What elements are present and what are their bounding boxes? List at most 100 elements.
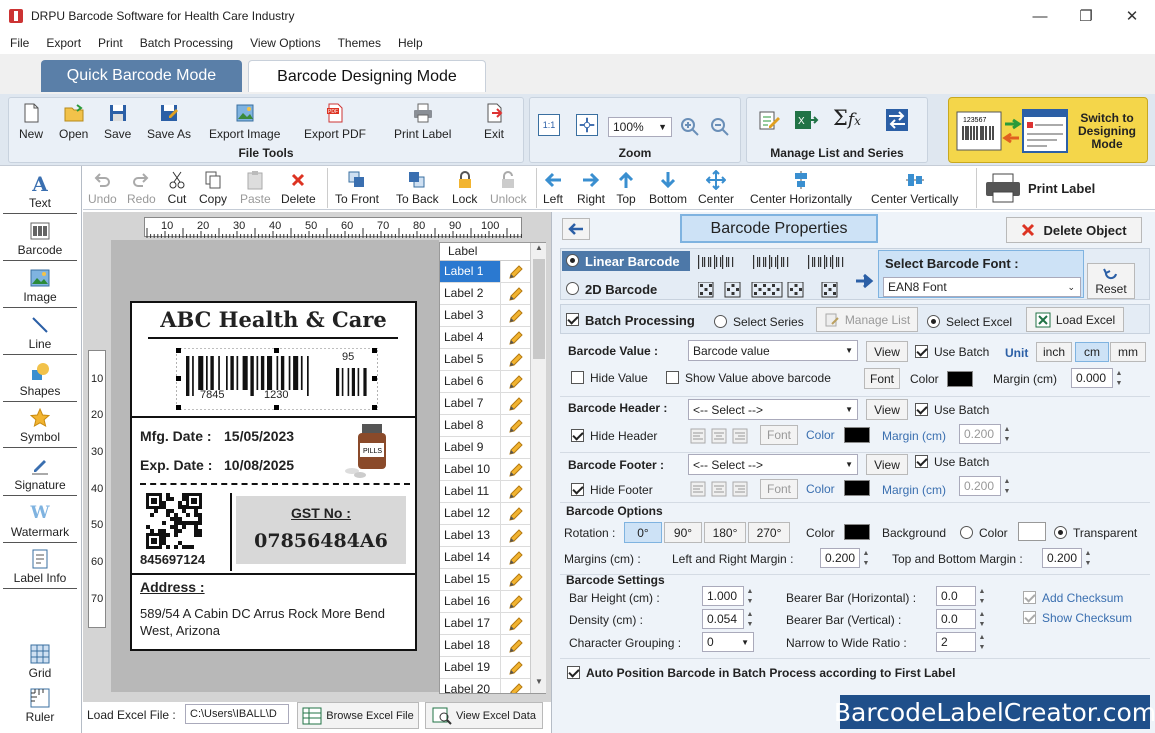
linear-barcode-radio[interactable]	[566, 254, 579, 267]
exit-button[interactable]: Exit	[483, 102, 505, 141]
image-tool[interactable]: Image	[0, 268, 80, 304]
menu-export[interactable]: Export	[46, 36, 81, 50]
menu-batch-processing[interactable]: Batch Processing	[140, 36, 233, 50]
value-color-swatch[interactable]	[947, 371, 973, 387]
footer-view-button[interactable]: View	[866, 454, 908, 475]
batch-processing-label[interactable]: Batch Processing	[585, 313, 695, 328]
bar-height-input[interactable]: 1.000	[702, 586, 744, 606]
unlock-button[interactable]: Unlock	[490, 170, 527, 206]
label-list-item[interactable]: Label 2	[440, 283, 530, 305]
label-list-item[interactable]: Label 6	[440, 371, 530, 393]
density-input[interactable]: 0.054	[702, 609, 744, 629]
header-margin-input[interactable]: 0.200	[959, 424, 1001, 444]
pencil-edit-icon[interactable]	[500, 283, 530, 304]
hide-header-checkbox[interactable]	[571, 429, 584, 442]
bearer-bar-vertical-input[interactable]: 0.0	[936, 609, 976, 629]
label-list-item[interactable]: Label 14	[440, 547, 530, 569]
label-list-item[interactable]: Label 15	[440, 569, 530, 591]
linear-barcode-label[interactable]: Linear Barcode	[585, 254, 680, 269]
pencil-edit-icon[interactable]	[500, 569, 530, 590]
align-icons[interactable]	[690, 427, 750, 445]
redo-button[interactable]: Redo	[127, 170, 156, 206]
barcode-value-use-batch-checkbox[interactable]	[915, 345, 928, 358]
switch-to-designing-mode-button[interactable]: 123567 Switch to Designing Mode	[948, 97, 1148, 163]
tab-quick-barcode-mode[interactable]: Quick Barcode Mode	[41, 60, 242, 92]
series-swap-icon[interactable]	[885, 108, 909, 132]
tab-barcode-designing-mode[interactable]: Barcode Designing Mode	[248, 60, 486, 92]
new-button[interactable]: New	[19, 102, 43, 141]
gst-box[interactable]: GST No : 07856484A6	[236, 496, 406, 564]
label-list-item[interactable]: Label 7	[440, 393, 530, 415]
line-tool[interactable]: Line	[0, 315, 80, 351]
header-color-swatch[interactable]	[844, 427, 870, 443]
menu-print[interactable]: Print	[98, 36, 123, 50]
pencil-edit-icon[interactable]	[500, 679, 530, 693]
barcode-header-select[interactable]: <-- Select --> ▼	[688, 399, 858, 420]
exp-date-value[interactable]: 10/08/2025	[224, 457, 294, 473]
fit-to-window-icon[interactable]	[576, 114, 598, 136]
center-vertically-button[interactable]: Center Vertically	[871, 170, 958, 206]
unit-cm-button[interactable]: cm	[1075, 342, 1109, 362]
paste-button[interactable]: Paste	[240, 170, 271, 206]
hide-value-checkbox[interactable]	[571, 371, 584, 384]
menu-help[interactable]: Help	[398, 36, 423, 50]
align-bottom-button[interactable]: Bottom	[649, 170, 687, 206]
excel-path-input[interactable]: C:\Users\IBALL\D	[185, 704, 289, 724]
edit-list-icon[interactable]	[757, 108, 781, 132]
left-right-margin-input[interactable]: 0.200	[820, 548, 860, 568]
barcode-footer-select[interactable]: <-- Select --> ▼	[688, 454, 858, 475]
pencil-edit-icon[interactable]	[500, 657, 530, 678]
label-list-item[interactable]: Label 17	[440, 613, 530, 635]
symbol-tool[interactable]: Symbol	[0, 408, 80, 444]
bearer-bar-vertical-spinner[interactable]: ▲ ▼	[977, 609, 987, 630]
minimize-button[interactable]: —	[1017, 0, 1063, 32]
print-label-button[interactable]: Print Label	[394, 102, 451, 141]
footer-color-swatch[interactable]	[844, 480, 870, 496]
copy-button[interactable]: Copy	[199, 170, 227, 206]
load-excel-button[interactable]: Load Excel	[1026, 307, 1124, 332]
left-right-margin-spinner[interactable]: ▲ ▼	[861, 548, 871, 569]
formula-icon[interactable]: Σfx	[833, 106, 861, 130]
pencil-edit-icon[interactable]	[500, 635, 530, 656]
zoom-out-icon[interactable]	[710, 117, 730, 137]
pencil-edit-icon[interactable]	[500, 305, 530, 326]
pencil-edit-icon[interactable]	[500, 393, 530, 414]
browse-excel-file-button[interactable]: Browse Excel File	[297, 702, 419, 729]
pencil-edit-icon[interactable]	[500, 591, 530, 612]
batch-processing-checkbox[interactable]	[566, 313, 579, 326]
print-label-toolbar-button[interactable]: Print Label	[983, 170, 1095, 206]
barcode-font-select[interactable]: EAN8 Font ⌄	[883, 277, 1081, 297]
delete-button[interactable]: Delete	[281, 170, 316, 206]
pencil-edit-icon[interactable]	[500, 459, 530, 480]
export-pdf-button[interactable]: PDF Export PDF	[304, 102, 366, 141]
labels-list-scrollbar[interactable]: ▲ ▼	[530, 243, 546, 693]
bearer-bar-horizontal-spinner[interactable]: ▲ ▼	[977, 586, 987, 607]
align-right-button[interactable]: Right	[577, 170, 605, 206]
pencil-edit-icon[interactable]	[500, 613, 530, 634]
back-button[interactable]	[562, 218, 590, 240]
rotation-90-button[interactable]: 90°	[664, 522, 702, 543]
signature-tool[interactable]: Signature	[0, 456, 80, 492]
align-icons[interactable]	[690, 480, 750, 498]
narrow-to-wide-ratio-spinner[interactable]: ▲ ▼	[977, 632, 987, 653]
2d-barcode-label[interactable]: 2D Barcode	[585, 282, 657, 297]
hide-footer-checkbox[interactable]	[571, 483, 584, 496]
unit-inch-button[interactable]: inch	[1036, 342, 1072, 362]
rotation-270-button[interactable]: 270°	[748, 522, 790, 543]
pencil-edit-icon[interactable]	[500, 415, 530, 436]
auto-position-checkbox[interactable]	[567, 666, 580, 679]
label-list-item[interactable]: Label 16	[440, 591, 530, 613]
ruler-tool[interactable]: Ruler	[0, 688, 80, 724]
rotation-0-button[interactable]: 0°	[624, 522, 662, 543]
close-button[interactable]: ✕	[1109, 0, 1155, 32]
pencil-edit-icon[interactable]	[500, 437, 530, 458]
header-font-button[interactable]: Font	[760, 425, 798, 445]
lock-button[interactable]: Lock	[452, 170, 477, 206]
barcode-value-select[interactable]: Barcode value ▼	[688, 340, 858, 361]
zoom-in-icon[interactable]	[680, 117, 700, 137]
label-list-item[interactable]: Label 10	[440, 459, 530, 481]
label-card[interactable]: ABC Health & Care 7845 1230 95 Mfg. Date…	[130, 301, 417, 651]
bar-height-spinner[interactable]: ▲ ▼	[745, 586, 755, 607]
add-checksum-checkbox[interactable]	[1023, 591, 1036, 604]
medicine-bottle-image[interactable]: PILLS	[342, 421, 398, 479]
